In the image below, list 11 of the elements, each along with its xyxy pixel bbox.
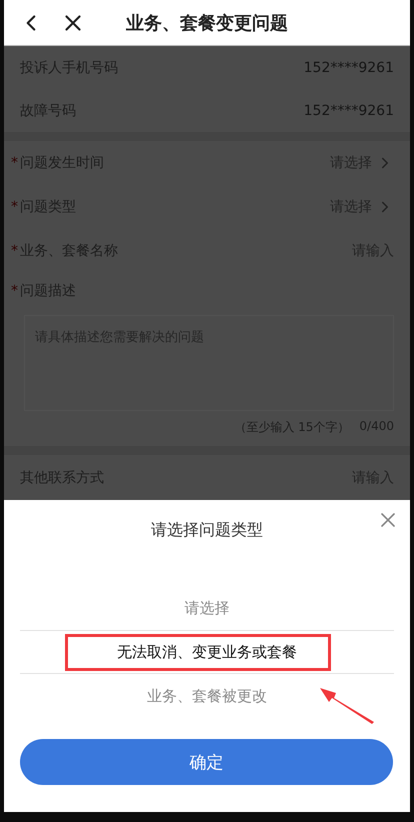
page-title: 业务、套餐变更问题	[126, 12, 288, 34]
annotation-arrow	[320, 686, 376, 724]
confirm-button[interactable]: 确定	[20, 739, 393, 785]
required-mark: *	[11, 242, 19, 258]
sheet-title: 请选择问题类型	[151, 520, 263, 540]
picker-option[interactable]: 业务、套餐被更改	[20, 674, 394, 718]
picker-option[interactable]: 请选择	[20, 586, 394, 630]
required-mark: *	[11, 199, 19, 215]
required-mark: *	[11, 155, 19, 171]
picker-option[interactable]: 无法取消、变更业务或套餐	[20, 630, 394, 674]
required-mark: *	[11, 282, 19, 298]
